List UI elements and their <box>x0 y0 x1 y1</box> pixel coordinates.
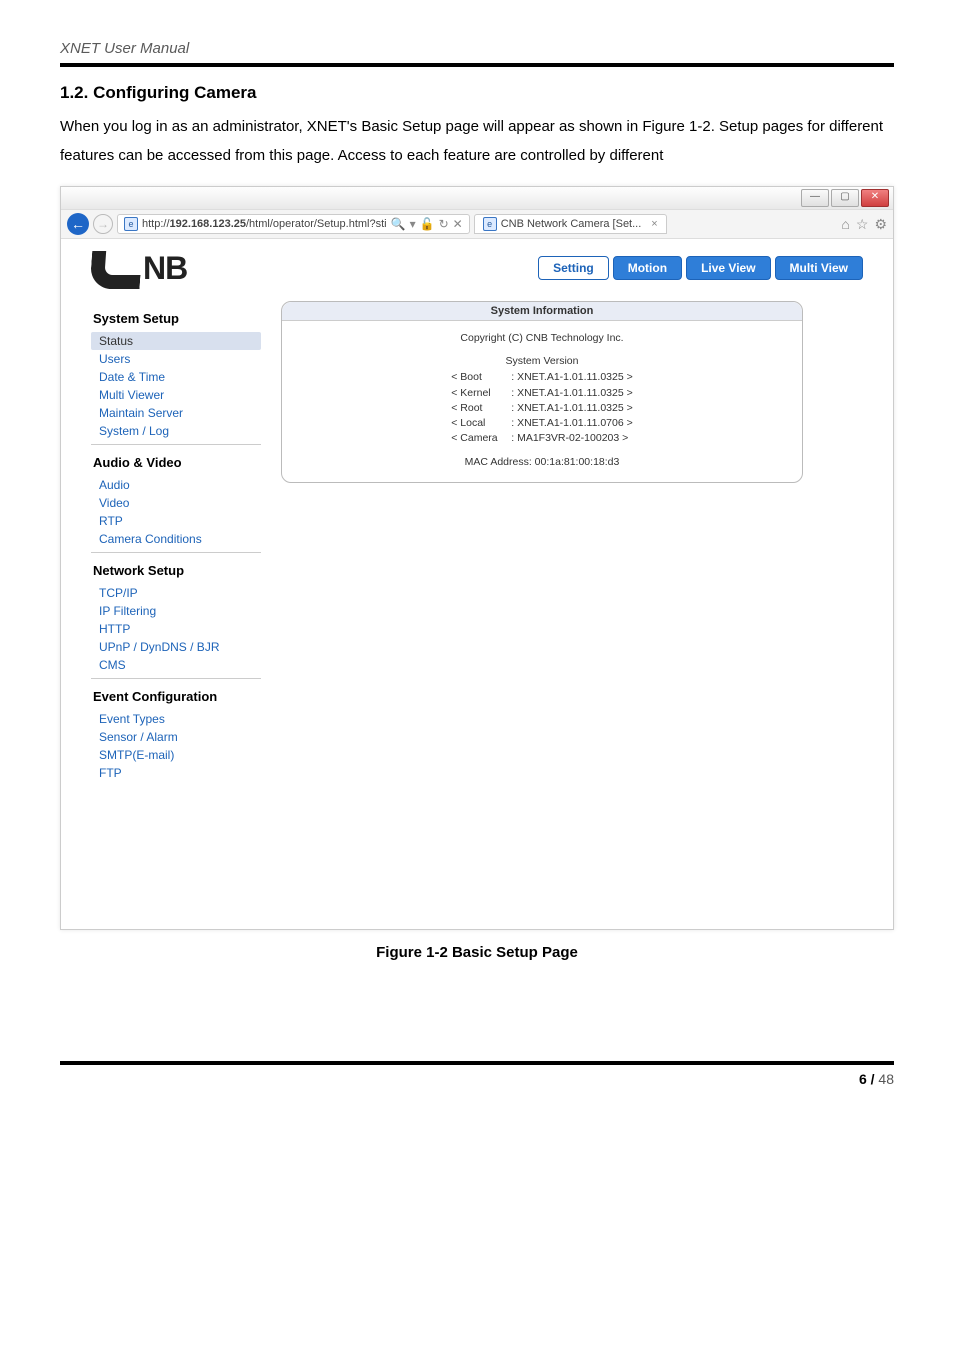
version-key: < Kernel <box>451 386 511 401</box>
version-key: < Local <box>451 416 511 431</box>
nav-forward-button[interactable]: → <box>93 214 113 234</box>
sidebar-item-multi-viewer[interactable]: Multi Viewer <box>91 386 261 404</box>
refresh-icon[interactable]: ↻ <box>439 217 449 231</box>
sidebar-item-camera-conditions[interactable]: Camera Conditions <box>91 530 261 548</box>
mac-address: MAC Address: 00:1a:81:00:18:d3 <box>312 455 772 470</box>
browser-tab[interactable]: e CNB Network Camera [Set... × <box>474 214 667 234</box>
version-row: < Local : XNET.A1-1.01.11.0706 > <box>451 416 633 431</box>
sidebar-group-event-configuration: Event Configuration <box>91 685 261 708</box>
sidebar-item-http[interactable]: HTTP <box>91 620 261 638</box>
dropdown-icon[interactable]: ▾ <box>410 217 416 231</box>
intro-paragraph: When you log in as an administrator, XNE… <box>60 113 894 170</box>
arrow-left-icon: ← <box>71 216 85 232</box>
window-controls: — ▢ ✕ <box>61 187 893 210</box>
sidebar-group-audio-video: Audio & Video <box>91 451 261 474</box>
version-val: : XNET.A1-1.01.11.0325 > <box>511 386 633 401</box>
page-number: 6 / 48 <box>60 1071 894 1087</box>
version-table: System Version < Boot : XNET.A1-1.01.11.… <box>451 354 633 446</box>
version-val: : MA1F3VR-02-100203 > <box>511 431 628 446</box>
stop-icon[interactable]: ✕ <box>453 217 463 231</box>
sidebar-item-ip-filtering[interactable]: IP Filtering <box>91 602 261 620</box>
sidebar-item-status[interactable]: Status <box>91 332 261 350</box>
main-panel: System Information Copyright (C) CNB Tec… <box>281 301 863 483</box>
tab-title: CNB Network Camera [Set... <box>501 218 642 230</box>
window-minimize-button[interactable]: — <box>801 189 829 207</box>
page-content: NB Setting Motion Live View Multi View S… <box>61 239 893 929</box>
footer-rule <box>60 1061 894 1065</box>
cnb-logo: NB <box>91 249 187 287</box>
tab-live-view[interactable]: Live View <box>686 256 770 280</box>
sidebar-item-smtp-email[interactable]: SMTP(E-mail) <box>91 746 261 764</box>
arrow-right-icon: → <box>97 217 109 231</box>
app-topbar: NB Setting Motion Live View Multi View <box>91 249 863 287</box>
toolbar-icons: ⌂ ☆ ⚙ <box>841 216 887 233</box>
header-rule <box>60 63 894 67</box>
sidebar-separator <box>91 678 261 679</box>
sidebar: System Setup Status Users Date & Time Mu… <box>91 301 261 782</box>
ie-favicon-icon: e <box>483 217 497 231</box>
browser-window: — ▢ ✕ ← → e http://192.168.123.25/html/o… <box>60 186 894 930</box>
sidebar-item-date-time[interactable]: Date & Time <box>91 368 261 386</box>
sidebar-item-tcpip[interactable]: TCP/IP <box>91 584 261 602</box>
version-row: < Root : XNET.A1-1.01.11.0325 > <box>451 401 633 416</box>
sidebar-item-audio[interactable]: Audio <box>91 476 261 494</box>
panel-body: Copyright (C) CNB Technology Inc. System… <box>282 321 802 482</box>
window-close-button[interactable]: ✕ <box>861 189 889 207</box>
sidebar-separator <box>91 444 261 445</box>
top-tabs: Setting Motion Live View Multi View <box>538 256 863 280</box>
sidebar-item-sensor-alarm[interactable]: Sensor / Alarm <box>91 728 261 746</box>
version-val: : XNET.A1-1.01.11.0706 > <box>511 416 633 431</box>
doc-header: XNET User Manual <box>60 40 894 57</box>
url-text: http://192.168.123.25/html/operator/Setu… <box>142 218 387 230</box>
lock-icon: 🔓 <box>420 217 435 231</box>
favorites-icon[interactable]: ☆ <box>856 216 869 233</box>
sidebar-separator <box>91 552 261 553</box>
sidebar-group-system-setup: System Setup <box>91 307 261 330</box>
sidebar-item-maintain-server[interactable]: Maintain Server <box>91 404 261 422</box>
version-row: < Camera : MA1F3VR-02-100203 > <box>451 431 633 446</box>
sidebar-item-cms[interactable]: CMS <box>91 656 261 674</box>
sidebar-item-system-log[interactable]: System / Log <box>91 422 261 440</box>
version-row: < Boot : XNET.A1-1.01.11.0325 > <box>451 370 633 385</box>
version-val: : XNET.A1-1.01.11.0325 > <box>511 401 633 416</box>
version-row: < Kernel : XNET.A1-1.01.11.0325 > <box>451 386 633 401</box>
ie-favicon-icon: e <box>124 217 138 231</box>
sidebar-group-network-setup: Network Setup <box>91 559 261 582</box>
figure-caption: Figure 1-2 Basic Setup Page <box>60 944 894 961</box>
tab-multi-view[interactable]: Multi View <box>775 256 863 280</box>
search-icon[interactable]: 🔍 <box>391 217 406 231</box>
sidebar-item-upnp-dyndns-bjr[interactable]: UPnP / DynDNS / BJR <box>91 638 261 656</box>
version-title: System Version <box>451 354 633 369</box>
version-key: < Root <box>451 401 511 416</box>
logo-swoosh-icon <box>90 251 143 289</box>
sidebar-item-users[interactable]: Users <box>91 350 261 368</box>
logo-text: NB <box>143 250 187 287</box>
sidebar-item-rtp[interactable]: RTP <box>91 512 261 530</box>
section-title: 1.2. Configuring Camera <box>60 83 894 103</box>
version-val: : XNET.A1-1.01.11.0325 > <box>511 370 633 385</box>
tab-motion[interactable]: Motion <box>613 256 682 280</box>
copyright-text: Copyright (C) CNB Technology Inc. <box>312 331 772 346</box>
version-key: < Boot <box>451 370 511 385</box>
nav-back-button[interactable]: ← <box>67 213 89 235</box>
tab-setting[interactable]: Setting <box>538 256 609 280</box>
address-bar[interactable]: e http://192.168.123.25/html/operator/Se… <box>117 214 470 234</box>
panel-header: System Information <box>282 302 802 321</box>
version-key: < Camera <box>451 431 511 446</box>
sidebar-item-event-types[interactable]: Event Types <box>91 710 261 728</box>
window-maximize-button[interactable]: ▢ <box>831 189 859 207</box>
home-icon[interactable]: ⌂ <box>841 216 849 233</box>
sidebar-item-ftp[interactable]: FTP <box>91 764 261 782</box>
tab-close-icon[interactable]: × <box>651 218 657 230</box>
tools-icon[interactable]: ⚙ <box>874 216 887 233</box>
sidebar-item-video[interactable]: Video <box>91 494 261 512</box>
main-layout: System Setup Status Users Date & Time Mu… <box>91 301 863 782</box>
address-row: ← → e http://192.168.123.25/html/operato… <box>61 210 893 239</box>
system-info-panel: System Information Copyright (C) CNB Tec… <box>281 301 803 483</box>
